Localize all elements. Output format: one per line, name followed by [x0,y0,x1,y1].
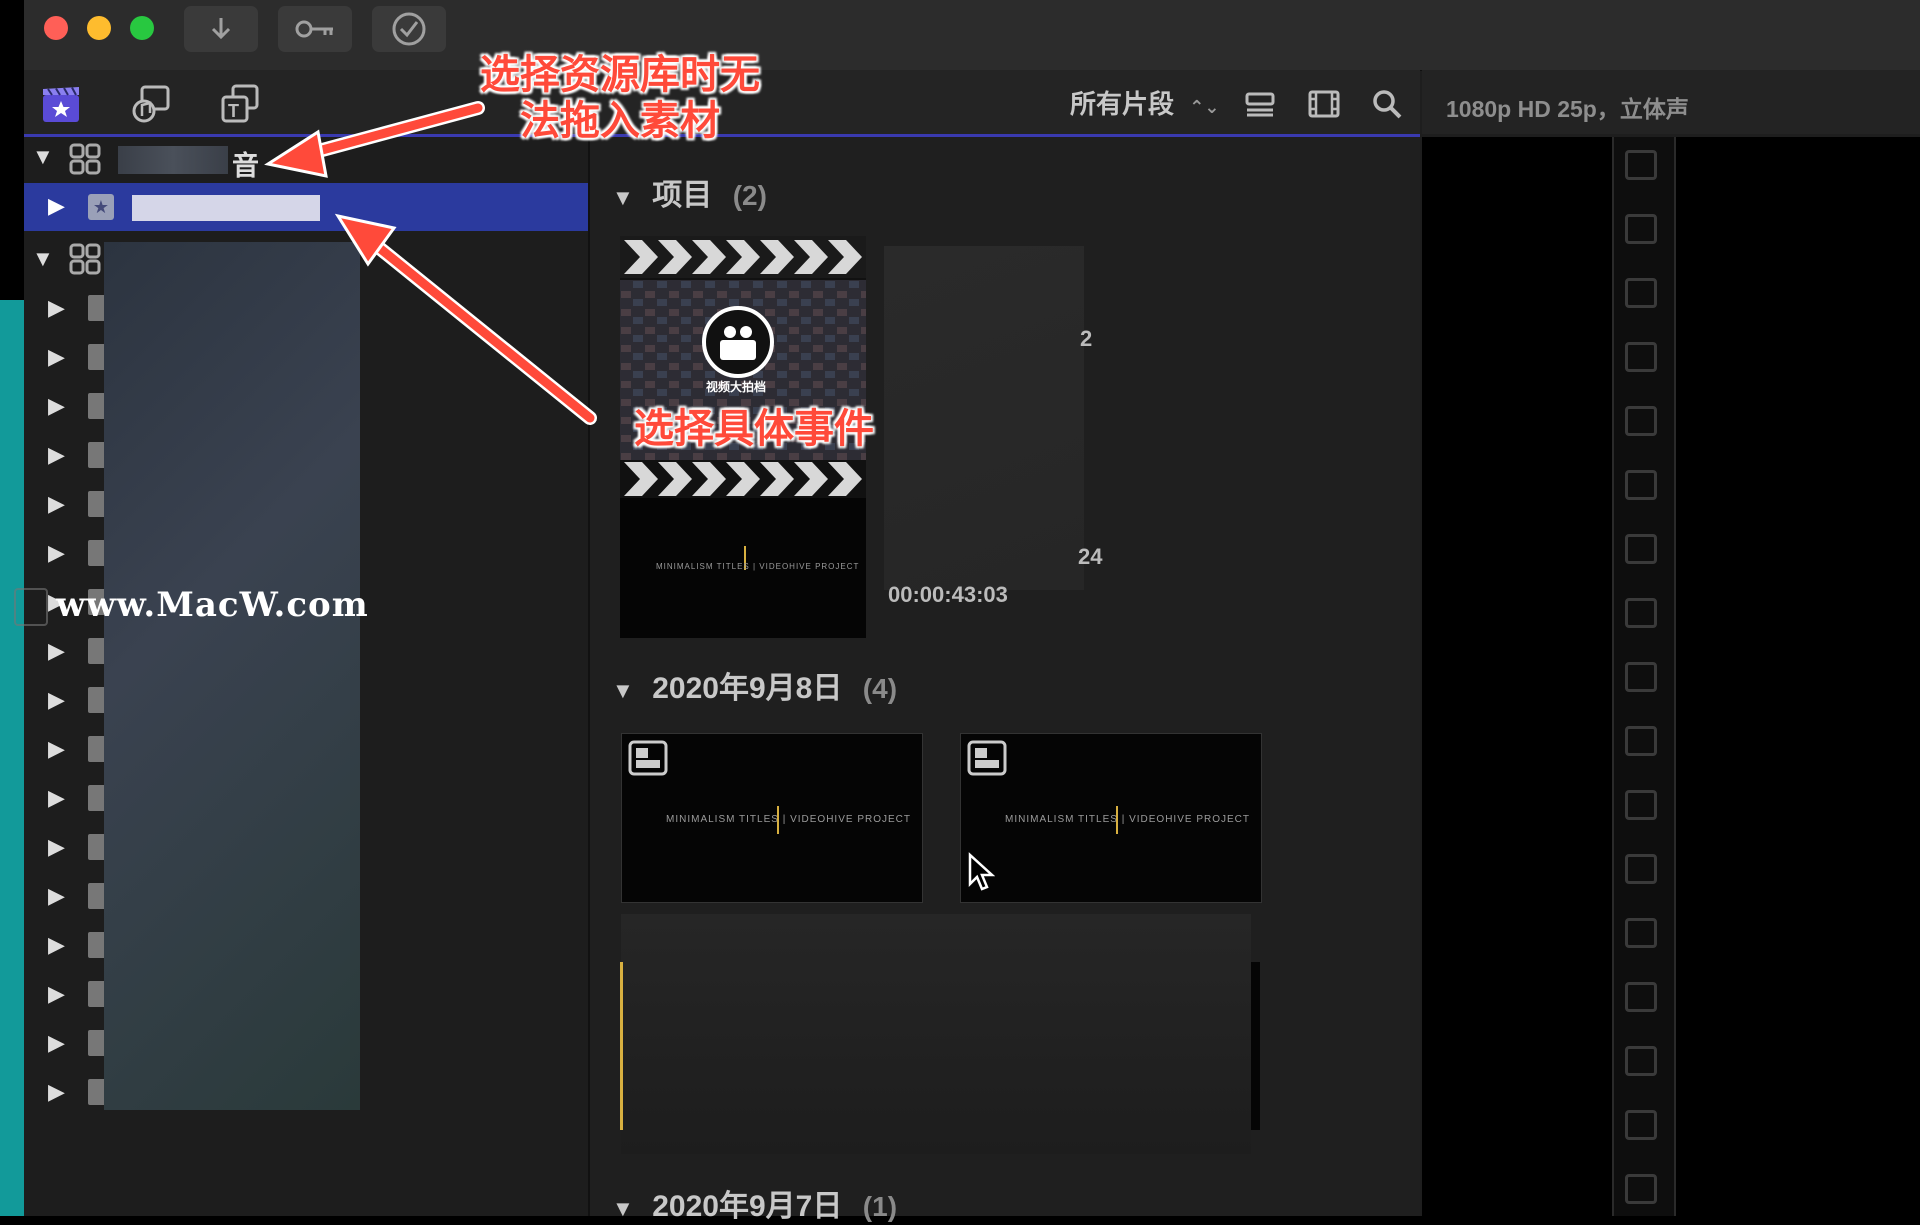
library-annotation: 选择资源库时无 法拖入素材 [460,52,780,144]
watermark: www.MacW.com [14,585,369,626]
watermark-logo-icon [14,588,48,626]
library-annotation-line: 选择资源库时无 [480,53,760,97]
event-annotation: 选择具体事件 [634,407,874,451]
library-annotation-line: 法拖入素材 [520,99,720,143]
watermark-text: www.MacW.com [56,585,369,625]
